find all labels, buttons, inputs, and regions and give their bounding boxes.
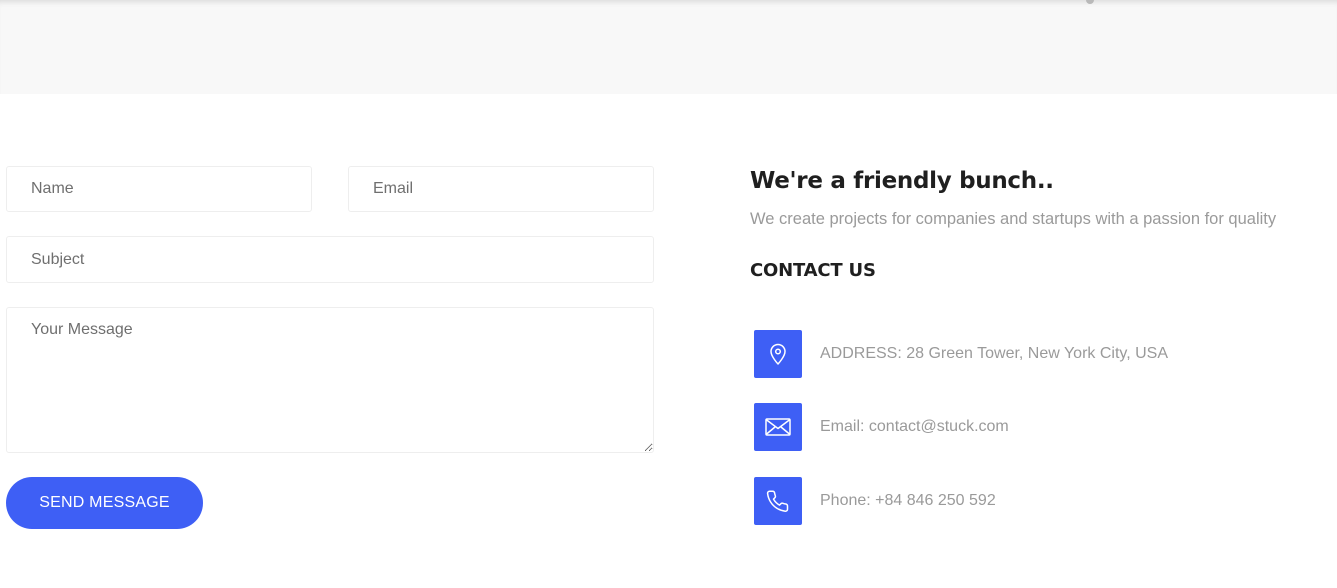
map-pin-icon (754, 330, 802, 378)
contact-email-text: Email: contact@stuck.com (820, 418, 1009, 435)
contact-email-row: Email: contact@stuck.com (754, 403, 1009, 451)
subject-input[interactable] (6, 236, 654, 283)
contact-phone-text: Phone: +84 846 250 592 (820, 492, 996, 509)
phone-icon (754, 477, 802, 525)
info-title: We're a friendly bunch.. (750, 168, 1054, 194)
top-band (0, 0, 1337, 94)
top-band-dot (1086, 0, 1094, 4)
send-message-button[interactable]: SEND MESSAGE (6, 477, 203, 529)
name-input[interactable] (6, 166, 312, 212)
contact-address-text: ADDRESS: 28 Green Tower, New York City, … (820, 345, 1168, 362)
email-input[interactable] (348, 166, 654, 212)
contact-us-heading: CONTACT US (750, 260, 876, 281)
info-subtitle: We create projects for companies and sta… (750, 210, 1277, 228)
contact-phone-row: Phone: +84 846 250 592 (754, 477, 996, 525)
contact-address-row: ADDRESS: 28 Green Tower, New York City, … (754, 330, 1168, 378)
envelope-icon (754, 403, 802, 451)
message-textarea[interactable] (6, 307, 654, 453)
